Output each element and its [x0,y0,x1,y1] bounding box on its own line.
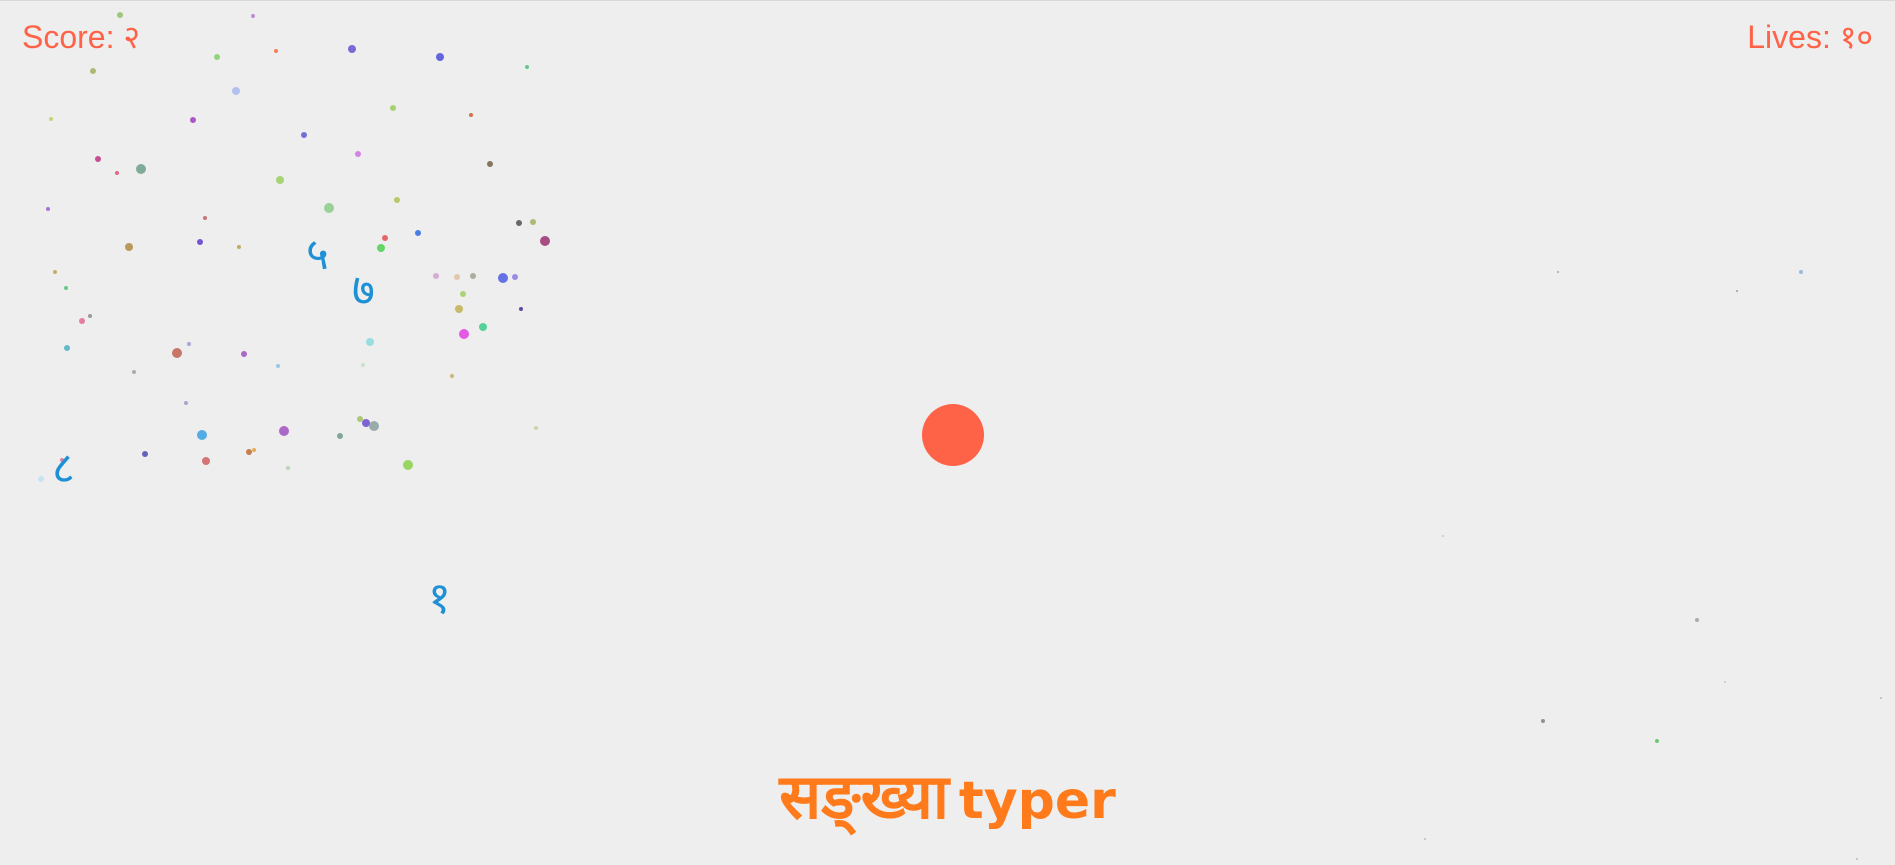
confetti-particle [459,329,469,339]
game-title-sub: typer [958,771,1116,831]
confetti-particle [136,164,146,174]
confetti-particle [125,243,133,251]
confetti-particle [132,370,136,374]
confetti-particle [382,235,388,241]
confetti-particle [337,433,343,439]
confetti-particle [403,460,413,470]
confetti-particle [436,53,444,61]
confetti-particle [232,87,240,95]
confetti-particle [274,49,278,53]
confetti-particle [1655,739,1659,743]
player-ball [922,404,984,466]
confetti-particle [390,105,396,111]
confetti-particle [38,476,44,482]
confetti-particle [540,236,550,246]
confetti-particle [1724,681,1726,683]
confetti-particle [46,207,50,211]
confetti-particle [79,318,85,324]
confetti-particle [487,161,493,167]
confetti-particle [49,117,53,121]
confetti-particle [88,314,92,318]
confetti-particle [197,239,203,245]
confetti-particle [512,274,518,280]
confetti-particle [1442,535,1444,537]
confetti-particle [454,274,460,280]
confetti-particle [394,197,400,203]
confetti-particle [1736,290,1738,292]
confetti-particle [455,305,463,313]
confetti-particle [1856,858,1858,860]
confetti-particle [95,156,101,162]
confetti-particle [534,426,538,430]
game-title-main: सङ्ख्या [779,760,949,833]
confetti-particle [324,203,334,213]
confetti-particle [1541,719,1545,723]
confetti-particle [53,270,57,274]
confetti-particle [479,323,487,331]
confetti-particle [172,348,182,358]
confetti-particle [361,363,365,367]
confetti-particle [450,374,454,378]
confetti-particle [237,245,241,249]
confetti-particle [90,68,96,74]
confetti-particle [64,286,68,290]
confetti-particle [202,457,210,465]
falling-digit: १ [428,573,451,624]
confetti-particle [469,113,473,117]
falling-digit: ८ [52,443,75,494]
falling-digit: ५ [306,229,329,280]
confetti-particle [197,430,207,440]
confetti-particle [115,171,119,175]
confetti-particle [142,451,148,457]
score-display: Score: २ [22,19,141,55]
confetti-particle [433,273,439,279]
confetti-particle [530,219,536,225]
confetti-particle [369,421,379,431]
confetti-particle [203,216,207,220]
confetti-particle [366,338,374,346]
confetti-particle [190,117,196,123]
confetti-particle [516,220,522,226]
confetti-particle [1799,270,1803,274]
confetti-particle [1424,838,1426,840]
confetti-particle [1695,618,1699,622]
confetti-particle [241,351,247,357]
confetti-particle [246,449,252,455]
confetti-particle [519,307,523,311]
game-title: सङ्ख्या typer [0,753,1895,837]
confetti-particle [286,466,290,470]
confetti-particle [64,345,70,351]
confetti-particle [252,448,256,452]
falling-digit: ७ [352,265,375,316]
confetti-particle [348,45,356,53]
confetti-particle [357,416,363,422]
confetti-particle [525,65,529,69]
confetti-particle [470,273,476,279]
confetti-particle [251,14,255,18]
confetti-particle [362,419,370,427]
confetti-particle [460,291,466,297]
confetti-particle [279,426,289,436]
confetti-particle [301,132,307,138]
confetti-particle [498,273,508,283]
confetti-particle [276,176,284,184]
confetti-particle [214,54,220,60]
confetti-particle [187,342,191,346]
confetti-particle [355,151,361,157]
confetti-particle [1880,697,1882,699]
lives-display: Lives: १० [1747,19,1873,55]
confetti-particle [184,401,188,405]
game-canvas[interactable]: Score: २ Lives: १० ५ ७ ८ १ सङ्ख्या typer [0,0,1895,865]
confetti-particle [377,244,385,252]
confetti-particle [1557,271,1559,273]
confetti-particle [276,364,280,368]
confetti-particle [415,230,421,236]
